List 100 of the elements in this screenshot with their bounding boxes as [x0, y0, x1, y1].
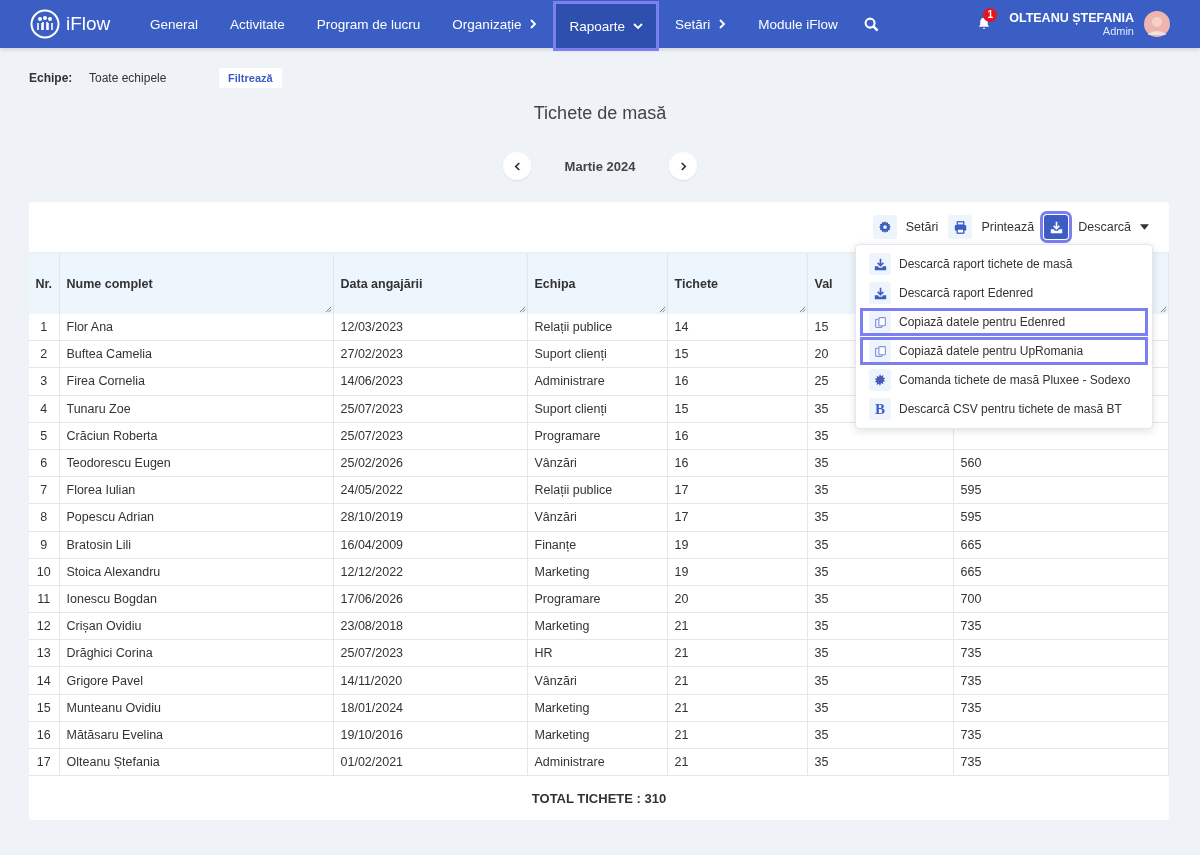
menu-item[interactable]: Comanda tichete de masă Pluxee - Sodexo — [860, 366, 1148, 394]
table-cell: 25/02/2026 — [340, 456, 404, 471]
copy-icon — [873, 315, 887, 329]
filter-button[interactable]: Filtrează — [219, 68, 282, 88]
table-cell: 20 — [674, 591, 689, 606]
table-cell: 35 — [814, 727, 829, 742]
table-cell: 735 — [960, 727, 982, 742]
nav-item[interactable]: Module iFlow — [742, 0, 854, 48]
menu-item[interactable]: B Descarcă CSV pentru tichete de masă BT — [860, 395, 1148, 423]
next-button[interactable] — [669, 152, 697, 180]
table-cell: 12 — [36, 619, 51, 634]
user-name: OLTEANU ȘTEFANIA — [1009, 11, 1134, 25]
menu-item[interactable]: Descarcă raport tichete de masă — [860, 250, 1148, 278]
resize-grip-icon[interactable] — [324, 306, 332, 313]
table-cell: 27/02/2023 — [340, 347, 404, 362]
table-cell: 23/08/2018 — [340, 619, 404, 634]
table-cell: 21 — [674, 700, 689, 715]
table-cell: 35 — [814, 510, 829, 525]
table-cell: HR — [534, 646, 553, 661]
avatar[interactable] — [1144, 11, 1170, 37]
table-cell: 13 — [36, 646, 51, 661]
table-cell: Mătăsaru Evelina — [66, 727, 164, 742]
nav-item[interactable]: General — [134, 0, 215, 48]
table-cell: 14 — [674, 320, 689, 335]
table-cell: 17 — [674, 510, 689, 525]
table-cell: Bratosin Lili — [66, 537, 132, 552]
printer-icon — [953, 220, 967, 234]
column-header: Nume complet — [66, 277, 153, 291]
table-cell: Suport clienți — [534, 401, 607, 416]
settings-button[interactable]: Setări — [872, 215, 939, 239]
table-cell: 35 — [814, 700, 829, 715]
resize-grip-icon[interactable] — [1160, 306, 1167, 313]
table-cell: 9 — [40, 537, 48, 552]
nav-item[interactable]: Activitate — [214, 0, 301, 48]
gear-icon — [878, 221, 891, 233]
table-cell: Marketing — [534, 564, 590, 579]
table-cell: 35 — [814, 483, 829, 498]
table-cell: 21 — [674, 646, 689, 661]
page-title: Tichete de masă — [532, 103, 668, 124]
menu-item[interactable]: Copiază datele pentru UpRomania — [860, 337, 1148, 365]
resize-grip-icon[interactable] — [798, 306, 806, 313]
resize-grip-icon[interactable] — [518, 306, 526, 313]
table-cell: 700 — [960, 591, 982, 606]
previous-button[interactable] — [503, 152, 531, 180]
table-cell: 735 — [960, 619, 982, 634]
table-cell: 2 — [40, 347, 48, 362]
table-cell: 18/01/2024 — [340, 700, 404, 715]
table-cell: Crișan Ovidiu — [66, 619, 142, 634]
table-cell: 25/07/2023 — [340, 428, 404, 443]
total-label: TOTAL TICHETE : 310 — [531, 791, 667, 807]
table-cell: 735 — [960, 755, 982, 770]
table-cell: 1 — [40, 320, 48, 335]
table-cell: 15 — [36, 700, 51, 715]
table-cell: Teodorescu Eugen — [66, 456, 171, 471]
table-cell: 35 — [814, 591, 829, 606]
nav-item[interactable]: Setări — [658, 0, 743, 48]
download-dropdown[interactable]: Descarcă — [1078, 220, 1149, 234]
print-button[interactable]: Printează — [948, 215, 1035, 239]
table-cell: 21 — [674, 619, 689, 634]
table-cell: 735 — [960, 673, 982, 688]
column-header: Nr. — [35, 277, 53, 291]
column-header: Tichete — [674, 277, 719, 291]
table-cell: 35 — [814, 619, 829, 634]
chevron-down-icon — [632, 22, 643, 30]
table-cell: 19/10/2016 — [340, 727, 404, 742]
table-cell: 15 — [674, 401, 689, 416]
table-cell: Administrare — [534, 374, 605, 389]
table-cell: Programare — [534, 591, 601, 606]
nav-item[interactable]: Program de lucru — [300, 0, 437, 48]
month-label: Martie 2024 — [563, 158, 637, 174]
table-cell: Grigore Pavel — [66, 673, 143, 688]
nav-item[interactable]: Rapoarte — [553, 1, 659, 51]
table-cell: 19 — [674, 564, 689, 579]
resize-grip-icon[interactable] — [658, 306, 666, 313]
caret-icon — [1140, 224, 1149, 230]
nav-item[interactable]: Organizație — [436, 0, 554, 48]
menu-item[interactable]: Copiază datele pentru Edenred — [860, 308, 1148, 336]
table-cell: 25/07/2023 — [340, 401, 404, 416]
table-cell: Marketing — [534, 619, 590, 634]
table-cell: 4 — [40, 401, 48, 416]
menu-item[interactable]: Descarcă raport Edenred — [860, 279, 1148, 307]
table-cell: 21 — [674, 673, 689, 688]
search-icon[interactable] — [863, 16, 879, 32]
column-header: Echipa — [534, 277, 576, 291]
table-cell: Vânzări — [534, 673, 577, 688]
table-cell: 735 — [960, 646, 982, 661]
table-cell: 17 — [674, 483, 689, 498]
copy-icon — [873, 344, 887, 358]
table-cell: 21 — [674, 727, 689, 742]
table-cell: 17 — [36, 755, 51, 770]
table-cell: 12/12/2022 — [340, 564, 404, 579]
table-cell: 14/06/2023 — [340, 374, 404, 389]
table-cell: 5 — [40, 428, 48, 443]
table-cell: 24/05/2022 — [340, 483, 404, 498]
chevron-right-icon — [529, 19, 538, 29]
table-cell: Programare — [534, 428, 601, 443]
table-cell: 14/11/2020 — [340, 673, 403, 688]
table-cell: 25/07/2023 — [340, 646, 404, 661]
table-cell: 7 — [40, 483, 48, 498]
table-cell: 16/04/2009 — [340, 537, 404, 552]
